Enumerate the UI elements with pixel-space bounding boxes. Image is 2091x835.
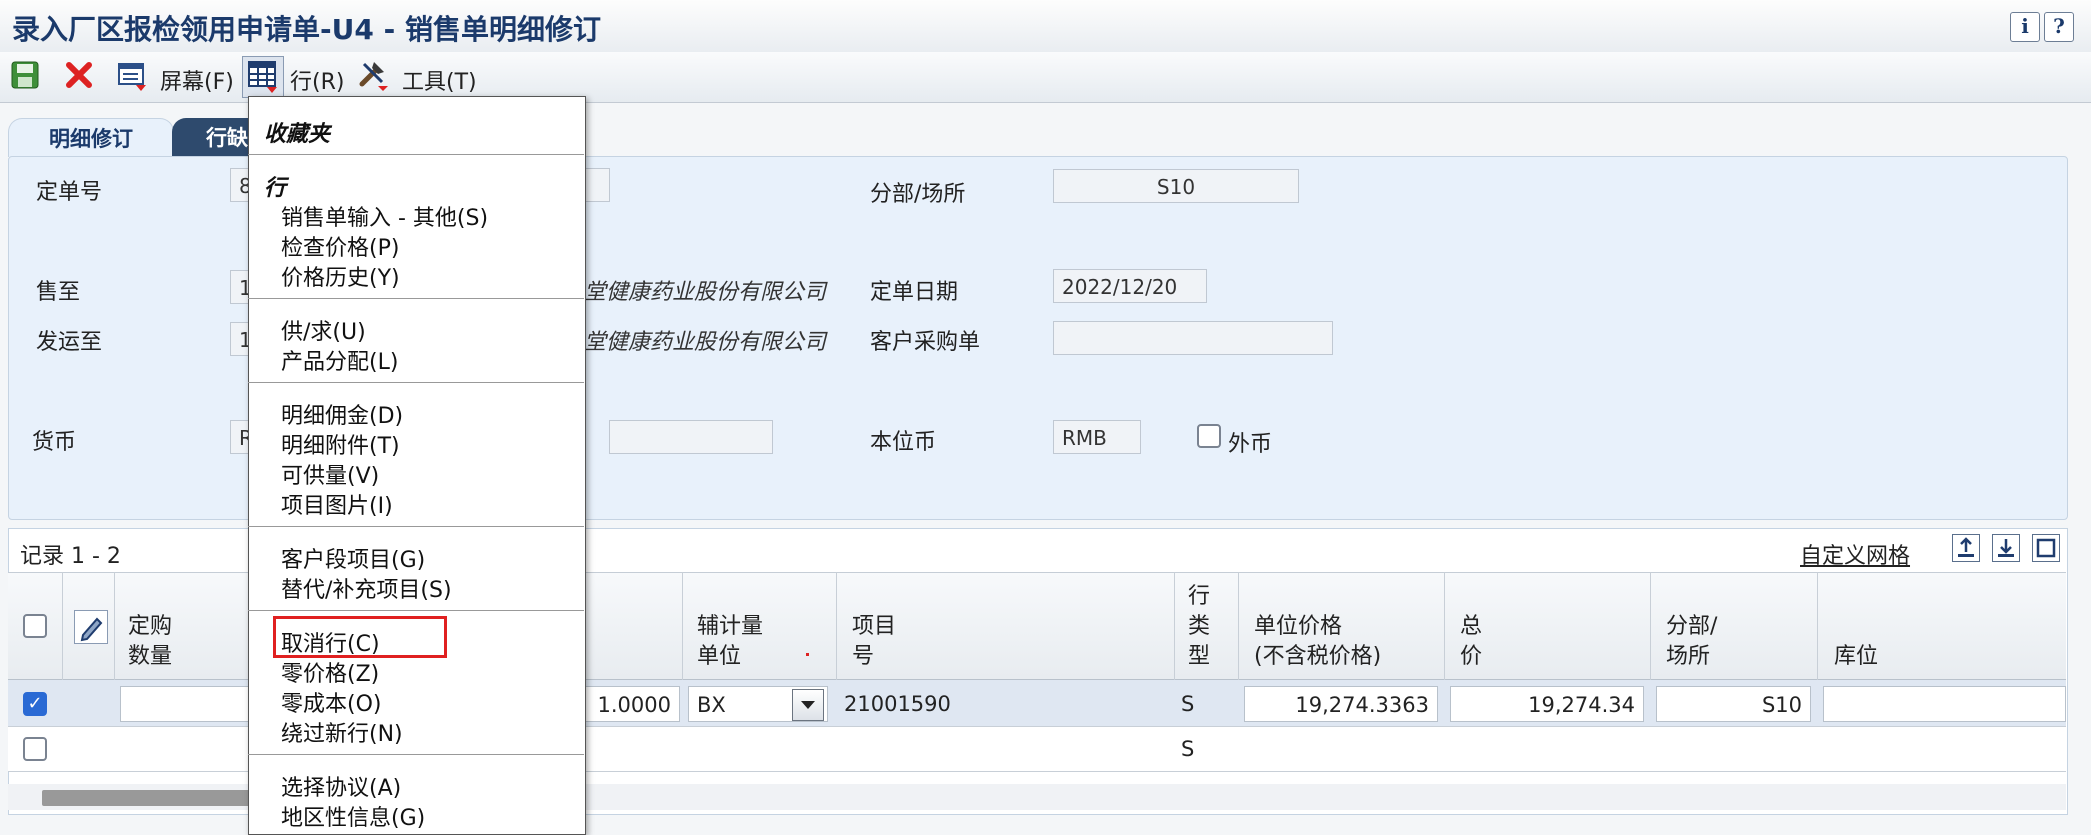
menu-separator [248, 526, 584, 527]
menu-item-select-agreement[interactable]: 选择协议(A) [281, 770, 401, 802]
ship-to-label: 发运至 [36, 330, 103, 355]
sold-to-name: 堂健康药业股份有限公司 [584, 280, 827, 305]
menu-item-detail-commission[interactable]: 明细佣金(D) [281, 398, 403, 430]
order-date-label: 定单日期 [870, 280, 959, 305]
header-text: (不含税价格) [1254, 644, 1382, 669]
menu-separator [248, 610, 584, 611]
branch-field[interactable]: S10 [1053, 169, 1299, 203]
header-sec-uom[interactable]: 辅计量 单位 [697, 612, 763, 672]
select-all-checkbox[interactable] [23, 614, 47, 638]
info-icon[interactable]: i [2010, 12, 2040, 42]
header-text: 辅计量 [697, 614, 764, 639]
window-title: 录入厂区报检领用申请单-U4 - 销售单明细修订 [12, 13, 601, 46]
header-text: 场所 [1666, 644, 1711, 669]
menu-separator [248, 754, 584, 755]
menu-item-item-image[interactable]: 项目图片(I) [281, 488, 393, 520]
records-count: 记录 1 - 2 [20, 544, 121, 569]
menu-item-check-price[interactable]: 检查价格(P) [281, 230, 399, 262]
tools-icon[interactable] [356, 58, 390, 92]
menu-item-price-history[interactable]: 价格历史(Y) [281, 260, 400, 292]
customer-po-label: 客户采购单 [870, 330, 981, 355]
header-text: 价 [1460, 644, 1483, 669]
row-menu-icon[interactable] [242, 56, 284, 98]
foreign-currency-label: 外币 [1228, 432, 1273, 457]
screen-menu-icon[interactable] [116, 60, 148, 92]
header-text: 型 [1188, 644, 1211, 669]
menu-separator [248, 382, 584, 383]
menu-separator [248, 298, 584, 299]
branch-cell[interactable]: S10 [1656, 686, 1811, 722]
header-text: 行 [1188, 584, 1211, 609]
tools-menu-button[interactable]: 工具(T) [402, 64, 477, 96]
header-text: 单位价格 [1254, 614, 1343, 639]
base-currency-label: 本位币 [870, 430, 937, 455]
header-item-no[interactable]: 项目 号 [852, 612, 896, 672]
ship-to-name: 堂健康药业股份有限公司 [584, 330, 827, 355]
header-total-price[interactable]: 总 价 [1460, 612, 1482, 672]
menu-item-bypass-new-line[interactable]: 绕过新行(N) [281, 716, 403, 748]
header-unit-price[interactable]: 单位价格 (不含税价格) [1254, 612, 1381, 672]
order-date-field[interactable]: 2022/12/20 [1053, 269, 1207, 303]
horizontal-scrollbar-thumb[interactable] [42, 790, 252, 806]
customize-grid-link[interactable]: 自定义网格 [1800, 538, 1910, 570]
customer-po-field[interactable] [1053, 321, 1333, 355]
header-order-qty[interactable]: 定购 数量 [128, 612, 172, 672]
edit-pencil-icon[interactable] [74, 610, 108, 644]
branch-label: 分部/场所 [870, 182, 966, 207]
header-text: 定购 [128, 614, 173, 639]
header-text: 数量 [128, 644, 173, 669]
menu-item-supply-demand[interactable]: 供/求(U) [281, 314, 366, 346]
row-menu-button[interactable]: 行(R) [290, 64, 344, 96]
row-checkbox[interactable]: ✓ [23, 692, 47, 716]
sold-to-label: 售至 [36, 280, 81, 305]
header-line-type[interactable]: 行 类 型 [1188, 582, 1210, 672]
export-icon[interactable] [1952, 534, 1980, 562]
item-no-cell[interactable]: 21001590 [844, 692, 951, 716]
currency-label: 货币 [32, 430, 77, 455]
line-type-cell[interactable]: S [1181, 692, 1194, 716]
exchange-rate-field[interactable] [609, 420, 773, 454]
menu-item-zero-cost[interactable]: 零成本(O) [281, 686, 381, 718]
menu-item-substitute-items[interactable]: 替代/补充项目(S) [281, 572, 452, 604]
screen-menu-button[interactable]: 屏幕(F) [160, 64, 234, 96]
header-text: 分部/ [1666, 614, 1718, 639]
menu-row-heading: 行 [264, 176, 287, 201]
header-text: 库位 [1834, 644, 1879, 669]
menu-item-product-allocation[interactable]: 产品分配(L) [281, 344, 398, 376]
menu-item-availability[interactable]: 可供量(V) [281, 458, 379, 490]
menu-favorites-heading[interactable]: 收藏夹 [264, 116, 330, 148]
row-checkbox[interactable] [23, 737, 47, 761]
import-icon[interactable] [1992, 534, 2020, 562]
menu-item-customer-segment[interactable]: 客户段项目(G) [281, 542, 425, 574]
help-icon[interactable]: ? [2044, 12, 2074, 42]
close-icon[interactable] [64, 60, 94, 90]
foreign-currency-checkbox[interactable] [1197, 424, 1221, 448]
header-text: 类 [1188, 614, 1211, 639]
cancel-line-highlight [273, 616, 447, 658]
maximize-icon[interactable] [2032, 534, 2060, 562]
menu-item-detail-attachments[interactable]: 明细附件(T) [281, 428, 400, 460]
sort-marker [806, 653, 809, 656]
location-cell[interactable] [1823, 686, 2066, 722]
header-text: 项目 [852, 614, 897, 639]
save-icon[interactable] [10, 60, 40, 90]
menu-item-regional-info[interactable]: 地区性信息(G) [281, 800, 425, 832]
header-text: 号 [852, 644, 875, 669]
header-text: 单位 [697, 644, 742, 669]
order-no-label: 定单号 [36, 180, 103, 205]
header-text: 总 [1460, 614, 1483, 639]
menu-item-order-entry-other[interactable]: 销售单输入 - 其他(S) [281, 200, 488, 232]
total-price-cell[interactable]: 19,274.34 [1450, 686, 1644, 722]
menu-item-zero-price[interactable]: 零价格(Z) [281, 656, 379, 688]
chevron-down-icon[interactable] [792, 689, 824, 721]
tab-detail-revision[interactable]: 明细修订 [8, 118, 174, 157]
header-location[interactable]: 库位 [1834, 642, 1878, 672]
unit-price-cell[interactable]: 19,274.3363 [1244, 686, 1438, 722]
line-type-cell[interactable]: S [1181, 737, 1194, 761]
menu-separator [248, 154, 584, 155]
base-currency-field[interactable]: RMB [1053, 420, 1141, 454]
header-branch[interactable]: 分部/ 场所 [1666, 612, 1717, 672]
